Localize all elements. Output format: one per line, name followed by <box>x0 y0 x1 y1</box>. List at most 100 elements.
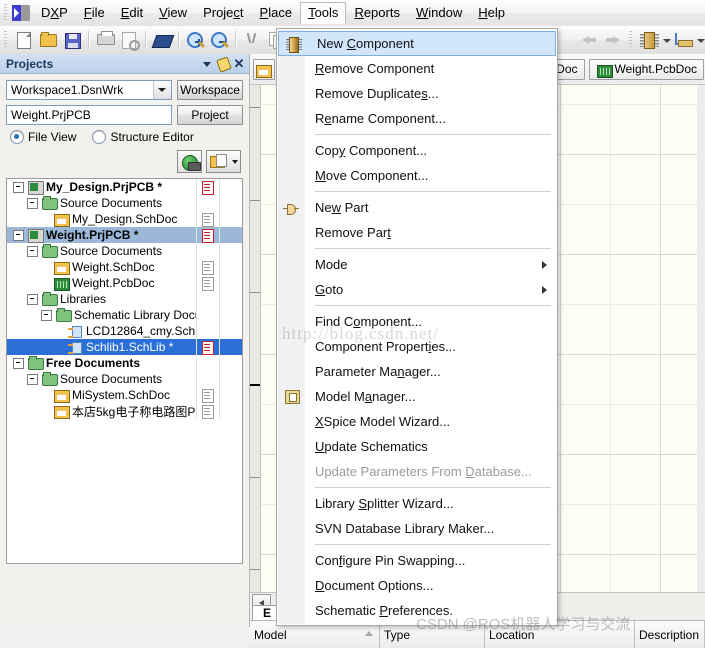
tree-expand-toggle[interactable] <box>27 197 38 209</box>
menu-find-component[interactable]: Find Component... <box>277 309 557 334</box>
menu-remove-component[interactable]: Remove Component <box>277 56 557 81</box>
open-pcb-button[interactable] <box>151 29 175 51</box>
drawing-tools-button[interactable] <box>672 29 694 51</box>
tree-item-source-documents-2[interactable]: Source Documents <box>7 243 242 259</box>
menu-remove-part[interactable]: Remove Part <box>277 220 557 245</box>
tree-expand-toggle[interactable] <box>13 229 24 241</box>
menu-move-component[interactable]: Move Component... <box>277 163 557 188</box>
zoom-in-button[interactable] <box>184 29 206 51</box>
chevron-down-icon[interactable] <box>200 57 214 71</box>
menu-svn-database-library-maker[interactable]: SVN Database Library Maker... <box>277 516 557 541</box>
menu-dxp[interactable]: DXP <box>33 2 76 24</box>
back-button[interactable] <box>578 29 600 51</box>
menu-component-properties[interactable]: Component Properties... <box>277 334 557 359</box>
tree-expand-toggle[interactable] <box>27 373 38 385</box>
menu-xspice-model-wizard[interactable]: XSpice Model Wizard... <box>277 409 557 434</box>
forward-button[interactable] <box>602 29 624 51</box>
menu-parameter-manager[interactable]: Parameter Manager... <box>277 359 557 384</box>
open-document-button[interactable] <box>37 29 59 51</box>
tree-item-schematic-library-documents[interactable]: Schematic Library Docume <box>7 307 242 323</box>
workspace-button[interactable]: Workspace <box>177 80 243 100</box>
menu-tools[interactable]: Tools <box>300 2 347 24</box>
tree-item-weight-pcbdoc[interactable]: Weight.PcbDoc <box>7 275 242 291</box>
radio-structure-editor[interactable] <box>92 130 107 144</box>
tree-item-misystem-schdoc[interactable]: MiSystem.SchDoc <box>7 387 242 403</box>
menubar-grip[interactable] <box>2 4 11 22</box>
place-part-button[interactable] <box>638 29 660 51</box>
menu-view[interactable]: View <box>151 2 195 24</box>
tree-item-chinese-schdoc[interactable]: 本店5kg电子称电路图Prj <box>7 403 242 419</box>
tree-item-status-icon <box>196 339 219 355</box>
menu-edit[interactable]: Edit <box>113 2 151 24</box>
menu-place[interactable]: Place <box>252 2 301 24</box>
menu-item-label: Rename Component... <box>315 111 446 126</box>
menu-rename-component[interactable]: Rename Component... <box>277 106 557 131</box>
tree-item-my-design-prjpcb[interactable]: My_Design.PrjPCB * <box>7 179 242 195</box>
menu-library-splitter-wizard[interactable]: Library Splitter Wizard... <box>277 491 557 516</box>
place-part-dropdown[interactable] <box>661 29 671 51</box>
tree-item-label: Source Documents <box>60 196 163 210</box>
pcb-icon <box>596 63 613 78</box>
schematic-icon <box>53 260 70 275</box>
tree-expand-toggle[interactable] <box>13 357 24 369</box>
menu-project[interactable]: Project <box>195 2 251 24</box>
drawing-tools-dropdown[interactable] <box>695 29 705 51</box>
menu-model-manager[interactable]: Model Manager... <box>277 384 557 409</box>
menu-goto[interactable]: Goto <box>277 277 557 302</box>
cut-button[interactable] <box>241 29 263 51</box>
menu-separator <box>315 191 551 192</box>
menu-reports[interactable]: Reports <box>346 2 408 24</box>
menu-schematic-preferences[interactable]: Schematic Preferences. <box>277 598 557 623</box>
navigate-button[interactable] <box>177 150 202 173</box>
project-tree[interactable]: My_Design.PrjPCB * Source Documents My_Des… <box>6 178 243 564</box>
menu-new-component[interactable]: New Component <box>278 31 556 56</box>
doc-tab-left-partial[interactable] <box>253 58 275 80</box>
tree-item-source-documents-1[interactable]: Source Documents <box>7 195 242 211</box>
open-file-dropdown-button[interactable] <box>206 150 241 173</box>
chevron-down-icon[interactable] <box>153 81 171 99</box>
new-document-button[interactable] <box>13 29 35 51</box>
tree-item-weight-schdoc[interactable]: Weight.SchDoc <box>7 259 242 275</box>
tree-item-free-documents[interactable]: Free Documents <box>7 355 242 371</box>
menu-update-schematics[interactable]: Update Schematics <box>277 434 557 459</box>
menu-mode[interactable]: Mode <box>277 252 557 277</box>
editor-tab[interactable]: E <box>252 605 278 621</box>
tree-item-libraries[interactable]: Libraries <box>7 291 242 307</box>
tree-item-weight-prjpcb[interactable]: Weight.PrjPCB * <box>7 227 242 243</box>
project-button[interactable]: Project <box>177 105 243 125</box>
tree-expand-toggle[interactable] <box>27 293 38 305</box>
doc-tab-weight-pcbdoc[interactable]: Weight.PcbDoc <box>588 58 704 80</box>
menu-separator <box>315 487 551 488</box>
tree-item-label: LCD12864_cmy.SchLib <box>86 324 196 338</box>
menu-file[interactable]: File <box>76 2 113 24</box>
model-icon <box>283 388 300 405</box>
column-header-description[interactable]: Description <box>635 621 705 648</box>
pin-icon[interactable] <box>216 55 232 73</box>
menu-window[interactable]: Window <box>408 2 470 24</box>
print-preview-button[interactable] <box>118 29 140 51</box>
save-button[interactable] <box>61 29 83 51</box>
tree-expand-toggle[interactable] <box>13 181 24 193</box>
print-button[interactable] <box>94 29 116 51</box>
tree-item-lcd12864-schlib[interactable]: LCD12864_cmy.SchLib <box>7 323 242 339</box>
menu-remove-duplicates[interactable]: Remove Duplicates... <box>277 81 557 106</box>
menu-document-options[interactable]: Document Options... <box>277 573 557 598</box>
tree-item-source-documents-3[interactable]: Source Documents <box>7 371 242 387</box>
menu-new-part[interactable]: New Part <box>277 195 557 220</box>
tree-item-my-design-schdoc[interactable]: My_Design.SchDoc <box>7 211 242 227</box>
menu-configure-pin-swapping[interactable]: Configure Pin Swapping... <box>277 548 557 573</box>
project-field[interactable]: Weight.PrjPCB <box>6 105 172 125</box>
menu-copy-component[interactable]: Copy Component... <box>277 138 557 163</box>
radio-file-view[interactable] <box>10 130 24 144</box>
toolbar-grip-2[interactable] <box>627 31 636 49</box>
tree-expand-toggle[interactable] <box>27 245 38 257</box>
zoom-out-button[interactable] <box>208 29 230 51</box>
workspace-combo[interactable]: Workspace1.DsnWrk <box>6 80 172 100</box>
tree-item-schlib1-schlib[interactable]: Schlib1.SchLib * <box>7 339 242 355</box>
tree-expand-toggle[interactable] <box>41 309 52 321</box>
close-icon[interactable]: ✕ <box>232 56 246 71</box>
menu-help[interactable]: Help <box>470 2 513 24</box>
toolbar-grip[interactable] <box>2 31 11 49</box>
tree-item-extra-col <box>219 211 242 227</box>
tree-item-label: Source Documents <box>60 372 163 386</box>
